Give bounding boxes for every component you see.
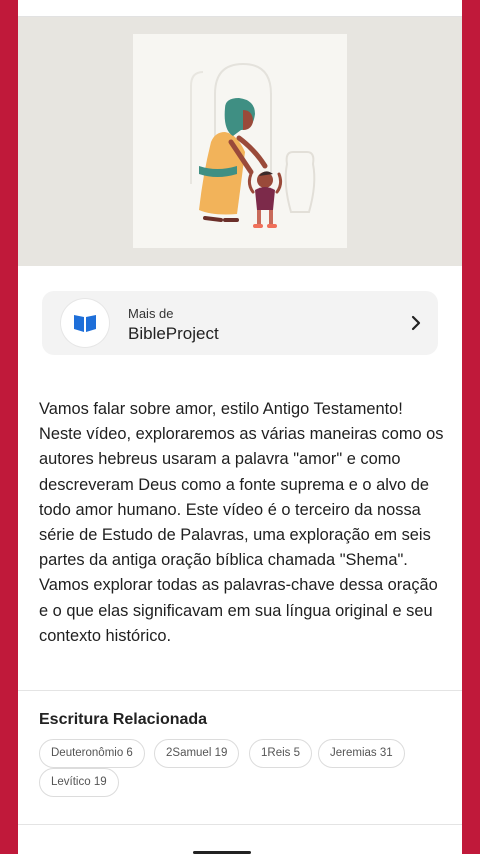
video-description: Vamos falar sobre amor, estilo Antigo Te… [39,400,444,645]
chip-jeremias-31[interactable]: Jeremias 31 [318,739,405,768]
chip-levitico-19[interactable]: Levítico 19 [39,768,119,797]
publisher-name: BibleProject [128,324,219,343]
publisher-prefix: Mais de [128,306,174,321]
publisher-row[interactable]: Mais de BibleProject [42,291,438,355]
video-hero[interactable] [18,17,462,266]
content-card: Mais de BibleProject Vamos falar sobre a… [18,0,462,854]
bibleproject-logo [61,299,109,347]
chip-2samuel-19[interactable]: 2Samuel 19 [154,739,240,768]
chip-1reis-5[interactable]: 1Reis 5 [249,739,312,768]
divider [18,690,462,691]
related-scripture-title: Escritura Relacionada [39,711,208,728]
top-strip [18,0,462,17]
divider [18,824,462,825]
chevron-right-icon [411,315,421,331]
video-thumbnail-illustration[interactable] [133,34,347,248]
chip-deuteronomio-6[interactable]: Deuteronômio 6 [39,739,145,768]
